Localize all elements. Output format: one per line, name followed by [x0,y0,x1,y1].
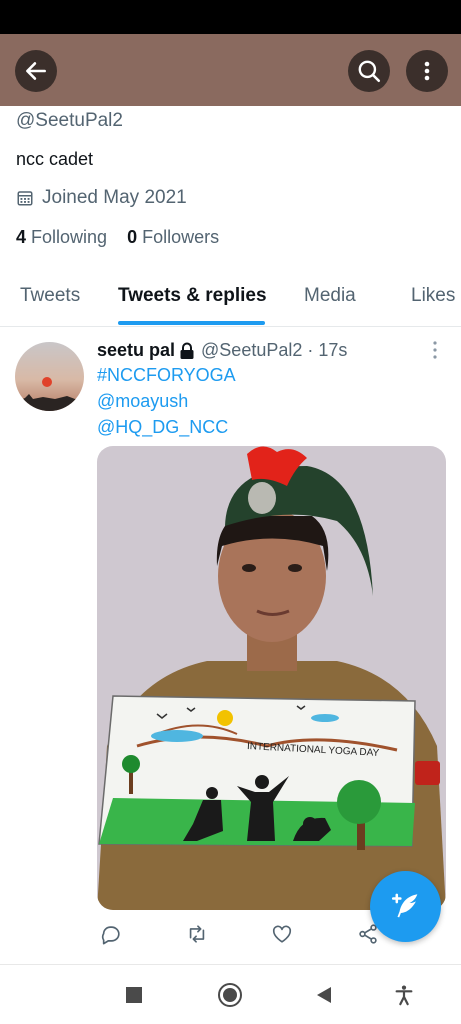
reply-icon [101,926,120,945]
author-name[interactable]: seetu pal [97,340,175,361]
more-vertical-icon [433,341,437,359]
heart-icon [272,925,292,943]
more-vertical-icon [424,61,430,81]
arrow-left-icon [26,62,46,80]
tab-tweets[interactable]: Tweets [20,285,80,307]
active-tab-indicator [118,321,265,325]
tab-tweets-replies[interactable]: Tweets & replies [118,285,267,307]
compose-tweet-button[interactable] [370,871,441,942]
profile-handle: @SeetuPal2 [16,110,123,131]
reply-button[interactable] [100,923,122,950]
retweet-icon [189,925,205,943]
retweet-button[interactable] [185,923,209,950]
profile-bio: ncc cadet [16,149,94,169]
joined-text: Joined May 2021 [42,187,187,208]
tab-likes[interactable]: Likes [411,285,455,307]
tweet-more-button[interactable] [426,340,444,365]
following-count: 4 [16,227,27,247]
hashtag-link[interactable]: #NCCFORYOGA [97,365,236,386]
profile-header-bar [0,34,461,106]
search-button[interactable] [348,50,390,92]
mention-link[interactable]: @HQ_DG_NCC [97,417,228,438]
compose-tweet-icon [391,893,417,917]
accessibility-button[interactable] [391,982,417,1008]
followers-label: Followers [142,227,220,247]
tweet-time: · 17s [307,340,348,360]
avatar[interactable] [15,342,84,411]
calendar-icon [17,191,33,206]
following-link[interactable]: 4 Following [16,227,107,248]
tweet[interactable]: seetu pal @SeetuPal2 · 17s #NCCFORYOGA @… [0,328,461,964]
tweet-header: seetu pal @SeetuPal2 · 17s [97,340,347,361]
accessibility-icon [395,985,413,1006]
home-button[interactable] [217,982,243,1008]
search-icon [358,60,381,83]
back-nav-button[interactable] [311,982,337,1008]
following-label: Following [31,227,108,247]
followers-link[interactable]: 0 Followers [127,227,219,248]
status-bar [0,0,461,34]
mention-link[interactable]: @moayush [97,391,188,412]
back-button[interactable] [15,50,57,92]
followers-count: 0 [127,227,138,247]
like-button[interactable] [271,923,293,950]
lock-icon [179,342,195,360]
recent-apps-button[interactable] [121,982,147,1008]
tweet-photo[interactable]: INTERNATIONAL YOGA DAY [97,446,446,910]
system-navigation-bar [0,964,461,1024]
square-icon [126,987,142,1003]
author-handle[interactable]: @SeetuPal2 [201,340,302,361]
joined-date: Joined May 2021 [16,187,187,209]
home-circle-icon [218,983,242,1007]
follow-stats: 4 Following 0 Followers [16,227,219,248]
tab-media[interactable]: Media [304,285,356,307]
triangle-back-icon [317,987,331,1003]
profile-tabs: Tweets Tweets & replies Media Likes [0,270,461,327]
more-options-button[interactable] [406,50,448,92]
